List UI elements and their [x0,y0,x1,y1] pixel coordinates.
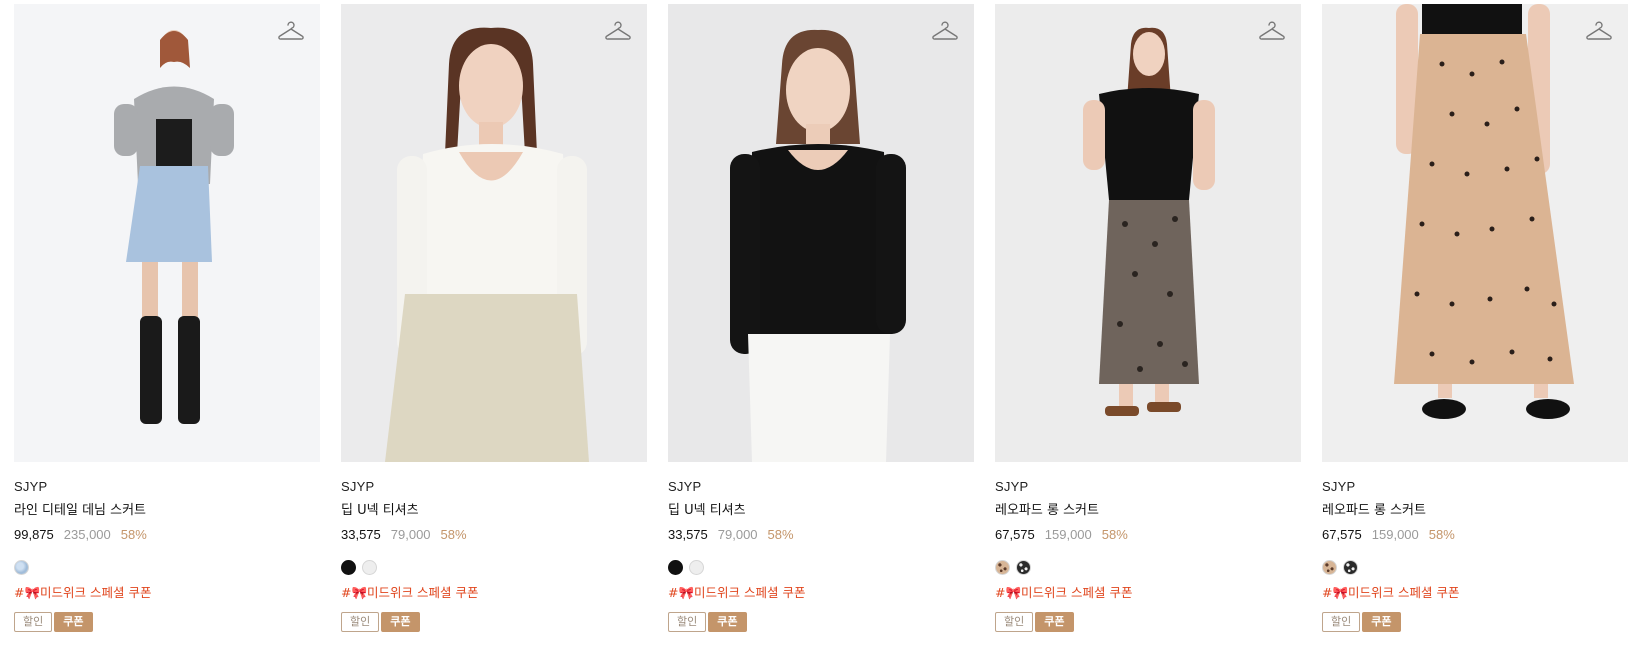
product-photo-denim-skirt [14,4,320,462]
promo-tag[interactable]: #🎀미드위크 스페셜 쿠폰 [668,584,974,602]
product-card[interactable]: SJYP 딥 U넥 티셔츠 33,575 79,000 58% #🎀미드위크 스… [668,4,974,632]
product-photo-black-tee [668,4,974,462]
color-swatches [14,560,320,577]
original-price: 79,000 [717,527,758,542]
hanger-icon[interactable] [1586,20,1612,42]
promo-text: #🎀미드위크 스페셜 쿠폰 [1322,585,1460,600]
promo-tag[interactable]: #🎀미드위크 스페셜 쿠폰 [995,584,1301,602]
product-card[interactable]: SJYP 레오파드 롱 스커트 67,575 159,000 58% #🎀미드위… [995,4,1301,632]
badge-row: 할인 쿠폰 [668,612,974,632]
hanger-icon[interactable] [932,20,958,42]
product-photo-white-tee [341,4,647,462]
sale-badge: 할인 [995,612,1034,632]
hanger-icon[interactable] [1259,20,1285,42]
product-name[interactable]: 레오파드 롱 스커트 [995,502,1301,520]
sale-badge: 할인 [1322,612,1361,632]
color-swatches [995,560,1301,577]
coupon-badge: 쿠폰 [1035,612,1074,632]
badge-row: 할인 쿠폰 [341,612,647,632]
coupon-badge: 쿠폰 [381,612,420,632]
color-swatch-black[interactable] [341,560,356,575]
promo-tag[interactable]: #🎀미드위크 스페셜 쿠폰 [1322,584,1628,602]
color-swatch-leopard-beige[interactable] [1322,560,1337,575]
original-price: 159,000 [1044,527,1092,542]
coupon-badge: 쿠폰 [54,612,93,632]
original-price: 79,000 [390,527,431,542]
sale-badge: 할인 [14,612,53,632]
discount-rate: 58% [767,527,794,542]
color-swatch-ivory[interactable] [362,560,377,575]
coupon-badge: 쿠폰 [708,612,747,632]
product-photo-leopard-skirt-black [995,4,1301,462]
product-image[interactable] [14,4,320,462]
sale-price: 67,575 [1322,527,1362,542]
original-price: 235,000 [63,527,111,542]
promo-text: #🎀미드위크 스페셜 쿠폰 [14,585,152,600]
sale-badge: 할인 [668,612,707,632]
price-row: 33,575 79,000 58% [668,526,974,544]
color-swatch-ivory[interactable] [689,560,704,575]
badge-row: 할인 쿠폰 [14,612,320,632]
hanger-icon[interactable] [605,20,631,42]
brand-name[interactable]: SJYP [14,478,320,496]
sale-badge: 할인 [341,612,380,632]
promo-tag[interactable]: #🎀미드위크 스페셜 쿠폰 [14,584,320,602]
price-row: 67,575 159,000 58% [995,526,1301,544]
promo-tag[interactable]: #🎀미드위크 스페셜 쿠폰 [341,584,647,602]
promo-text: #🎀미드위크 스페셜 쿠폰 [341,585,479,600]
brand-name[interactable]: SJYP [995,478,1301,496]
hanger-icon[interactable] [278,20,304,42]
sale-price: 33,575 [668,527,708,542]
badge-row: 할인 쿠폰 [1322,612,1628,632]
product-card[interactable]: SJYP 레오파드 롱 스커트 67,575 159,000 58% #🎀미드위… [1322,4,1628,632]
discount-rate: 58% [120,527,147,542]
price-row: 67,575 159,000 58% [1322,526,1628,544]
product-card[interactable]: SJYP 딥 U넥 티셔츠 33,575 79,000 58% #🎀미드위크 스… [341,4,647,632]
product-name[interactable]: 레오파드 롱 스커트 [1322,502,1628,520]
product-image[interactable] [341,4,647,462]
coupon-badge: 쿠폰 [1362,612,1401,632]
brand-name[interactable]: SJYP [341,478,647,496]
discount-rate: 58% [1101,527,1128,542]
color-swatch-leopard-beige[interactable] [995,560,1010,575]
product-card[interactable]: SJYP 라인 디테일 데님 스커트 99,875 235,000 58% #🎀… [14,4,320,632]
product-image[interactable] [1322,4,1628,462]
sale-price: 67,575 [995,527,1035,542]
product-name[interactable]: 딥 U넥 티셔츠 [341,502,647,520]
product-image[interactable] [995,4,1301,462]
sale-price: 33,575 [341,527,381,542]
price-row: 99,875 235,000 58% [14,526,320,544]
color-swatch-denim[interactable] [14,560,29,575]
product-image[interactable] [668,4,974,462]
promo-text: #🎀미드위크 스페셜 쿠폰 [995,585,1133,600]
color-swatches [1322,560,1628,577]
color-swatch-black[interactable] [668,560,683,575]
product-name[interactable]: 라인 디테일 데님 스커트 [14,502,320,520]
color-swatch-leopard-black[interactable] [1016,560,1031,575]
product-photo-leopard-skirt-beige [1322,4,1628,462]
promo-text: #🎀미드위크 스페셜 쿠폰 [668,585,806,600]
brand-name[interactable]: SJYP [1322,478,1628,496]
color-swatches [341,560,647,577]
price-row: 33,575 79,000 58% [341,526,647,544]
product-grid: SJYP 라인 디테일 데님 스커트 99,875 235,000 58% #🎀… [14,4,1634,632]
original-price: 159,000 [1371,527,1419,542]
product-name[interactable]: 딥 U넥 티셔츠 [668,502,974,520]
color-swatch-leopard-black[interactable] [1343,560,1358,575]
discount-rate: 58% [440,527,467,542]
sale-price: 99,875 [14,527,54,542]
brand-name[interactable]: SJYP [668,478,974,496]
discount-rate: 58% [1428,527,1455,542]
color-swatches [668,560,974,577]
badge-row: 할인 쿠폰 [995,612,1301,632]
